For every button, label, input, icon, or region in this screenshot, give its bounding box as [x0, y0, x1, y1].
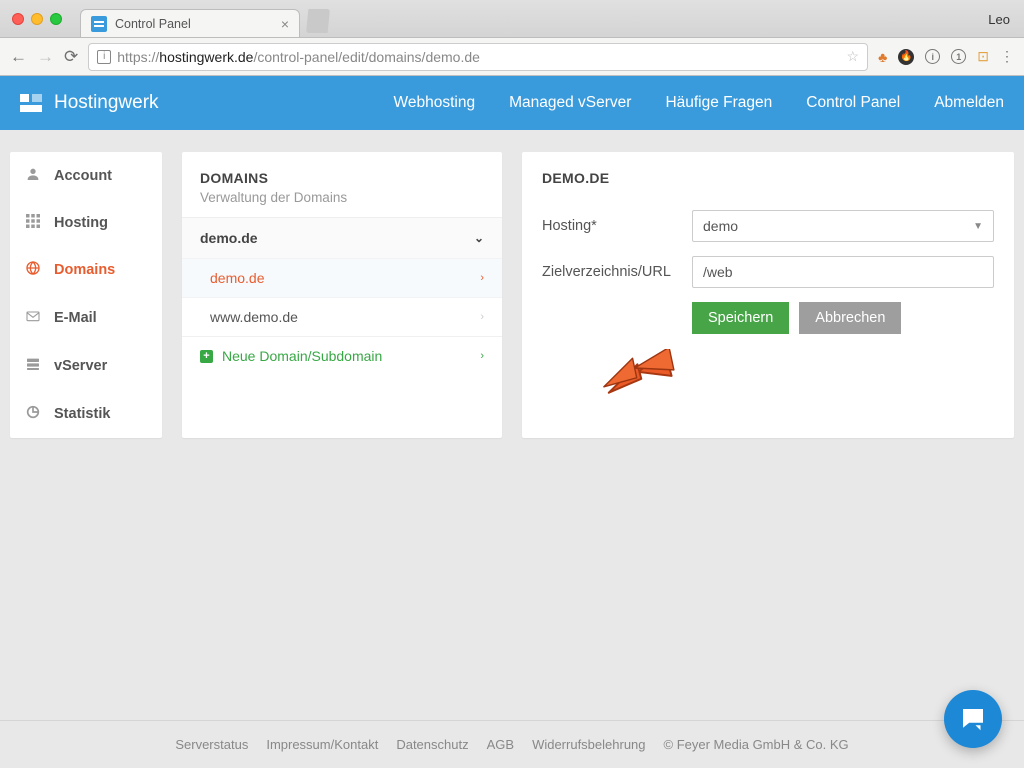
hosting-select-value: demo [703, 218, 738, 234]
sidebar-item-statistik[interactable]: Statistik [10, 390, 162, 438]
add-domain-button[interactable]: + Neue Domain/Subdomain › [182, 336, 502, 375]
chevron-down-icon: ⌄ [474, 231, 484, 245]
chevron-right-icon: › [480, 272, 484, 284]
domain-group-label: demo.de [200, 230, 258, 246]
nav-webhosting[interactable]: Webhosting [394, 94, 476, 112]
grid-icon [24, 214, 42, 232]
sidebar: Account Hosting Domains E-Mail vServer S… [10, 152, 162, 438]
domain-row[interactable]: www.demo.de › [182, 297, 502, 336]
footer-link[interactable]: Datenschutz [396, 737, 468, 752]
sidebar-item-label: E-Mail [54, 310, 97, 326]
footer-copyright: © Feyer Media GmbH & Co. KG [664, 737, 849, 752]
back-button[interactable]: ← [10, 47, 27, 67]
url-host: hostingwerk.de [159, 49, 253, 65]
extension-icons: ♣ 🔥 i 1 ⊡ ⋮ [878, 48, 1014, 65]
person-icon [24, 166, 42, 186]
domain-row-label: www.demo.de [210, 309, 298, 325]
domain-row[interactable]: demo.de › [182, 258, 502, 297]
sidebar-item-label: Hosting [54, 215, 108, 231]
footer-link[interactable]: Impressum/Kontakt [266, 737, 378, 752]
extension-icon[interactable]: 1 [951, 49, 966, 64]
hosting-label: Hosting* [542, 218, 692, 234]
extension-icon[interactable]: ⊡ [977, 48, 989, 65]
brand-label: Hostingwerk [54, 92, 159, 114]
new-tab-button[interactable] [306, 9, 330, 33]
domain-edit-panel: DEMO.DE Hosting* demo ▼ Zielverzeichnis/… [522, 152, 1014, 438]
domain-row-label: demo.de [210, 270, 264, 286]
sidebar-item-label: vServer [54, 358, 107, 374]
footer-link[interactable]: AGB [487, 737, 514, 752]
sidebar-item-label: Account [54, 168, 112, 184]
sidebar-item-vserver[interactable]: vServer [10, 342, 162, 390]
mail-icon [24, 308, 42, 328]
footer-link[interactable]: Serverstatus [175, 737, 248, 752]
globe-icon [24, 260, 42, 280]
url-path: /control-panel/edit/domains/demo.de [253, 49, 479, 65]
browser-toolbar: ← → ⟳ i https://hostingwerk.de/control-p… [0, 38, 1024, 76]
adblock-icon[interactable]: 🔥 [898, 49, 914, 65]
footer-link[interactable]: Widerrufsbelehrung [532, 737, 645, 752]
bookmark-star-icon[interactable]: ☆ [847, 48, 860, 65]
menu-icon[interactable]: ⋮ [1000, 48, 1014, 65]
add-domain-label: Neue Domain/Subdomain [222, 348, 382, 364]
window-controls [0, 13, 72, 37]
sidebar-item-hosting[interactable]: Hosting [10, 200, 162, 246]
favicon-icon [91, 16, 107, 32]
tab-title: Control Panel [115, 17, 191, 31]
close-window-button[interactable] [12, 13, 24, 25]
nav-faq[interactable]: Häufige Fragen [665, 94, 772, 112]
panel-title: DOMAINS [200, 170, 484, 186]
footer: Serverstatus Impressum/Kontakt Datenschu… [0, 720, 1024, 768]
forward-button[interactable]: → [37, 47, 54, 67]
profile-label[interactable]: Leo [988, 12, 1024, 37]
nav-logout[interactable]: Abmelden [934, 94, 1004, 112]
chevron-right-icon: › [480, 350, 484, 362]
directory-input[interactable] [692, 256, 994, 288]
sidebar-item-domains[interactable]: Domains [10, 246, 162, 294]
main-nav: Webhosting Managed vServer Häufige Frage… [394, 94, 1004, 112]
nav-managed-vserver[interactable]: Managed vServer [509, 94, 631, 112]
chart-icon [24, 404, 42, 424]
server-icon [24, 356, 42, 376]
app-header: Hostingwerk Webhosting Managed vServer H… [0, 76, 1024, 130]
domain-group-header[interactable]: demo.de ⌄ [182, 218, 502, 258]
reload-button[interactable]: ⟳ [64, 47, 78, 67]
nav-control-panel[interactable]: Control Panel [806, 94, 900, 112]
brand-icon [20, 92, 42, 114]
brand[interactable]: Hostingwerk [20, 92, 159, 114]
sidebar-item-label: Statistik [54, 406, 110, 422]
site-info-icon[interactable]: i [97, 50, 111, 64]
caret-down-icon: ▼ [973, 221, 983, 232]
content-area: Account Hosting Domains E-Mail vServer S… [0, 130, 1024, 460]
extension-icon[interactable]: i [925, 49, 940, 64]
plus-icon: + [200, 350, 213, 363]
chat-button[interactable] [944, 690, 1002, 748]
extension-icon[interactable]: ♣ [878, 49, 887, 65]
panel-subtitle: Verwaltung der Domains [200, 190, 484, 205]
maximize-window-button[interactable] [50, 13, 62, 25]
minimize-window-button[interactable] [31, 13, 43, 25]
sidebar-item-label: Domains [54, 262, 115, 278]
browser-tab[interactable]: Control Panel × [80, 9, 300, 37]
address-bar[interactable]: i https://hostingwerk.de/control-panel/e… [88, 43, 868, 71]
sidebar-item-email[interactable]: E-Mail [10, 294, 162, 342]
edit-panel-title: DEMO.DE [542, 170, 994, 186]
url-protocol: https:// [117, 49, 159, 65]
chevron-right-icon: › [480, 311, 484, 323]
domains-panel: DOMAINS Verwaltung der Domains demo.de ⌄… [182, 152, 502, 438]
save-button[interactable]: Speichern [692, 302, 789, 334]
sidebar-item-account[interactable]: Account [10, 152, 162, 200]
browser-tab-strip: Control Panel × Leo [0, 0, 1024, 38]
cancel-button[interactable]: Abbrechen [799, 302, 901, 334]
hosting-select[interactable]: demo ▼ [692, 210, 994, 242]
tab-close-icon[interactable]: × [281, 16, 289, 32]
directory-label: Zielverzeichnis/URL [542, 264, 692, 280]
